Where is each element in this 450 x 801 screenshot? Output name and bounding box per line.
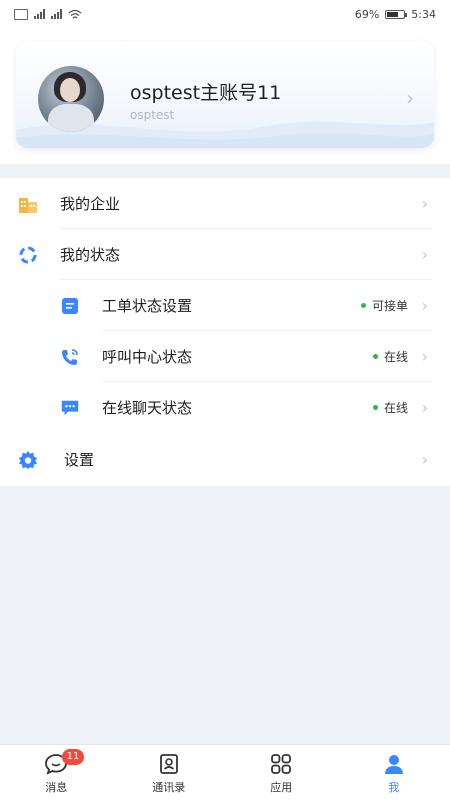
chat-bubble-icon [60, 398, 80, 418]
clock: 5:34 [411, 8, 436, 21]
menu-item-settings[interactable]: 设置 › [0, 434, 450, 485]
menu-item-call-center-status[interactable]: 呼叫中心状态 在线 › [0, 331, 450, 382]
chevron-right-icon: › [422, 194, 428, 213]
menu-item-label: 设置 [64, 449, 94, 470]
sim-icon [14, 9, 28, 20]
apps-grid-icon [269, 752, 293, 776]
profile-username: osptest [130, 108, 174, 122]
status-value: 可接单 [361, 297, 408, 314]
menu-item-ticket-status[interactable]: 工单状态设置 可接单 › [0, 280, 450, 331]
status-text: 可接单 [372, 297, 408, 314]
tab-apps[interactable]: 应用 [225, 745, 338, 801]
unread-badge: 11 [62, 749, 84, 765]
tab-label: 我 [388, 779, 399, 795]
chevron-right-icon: › [422, 347, 428, 366]
avatar-face-shape [60, 78, 80, 102]
status-dot [373, 405, 378, 410]
status-bar: 69% 5:34 [0, 0, 450, 28]
ticket-document-icon [60, 296, 80, 316]
tab-label: 应用 [270, 779, 292, 795]
tab-me[interactable]: 我 [338, 745, 450, 801]
avatar-body-shape [48, 104, 94, 132]
status-value: 在线 [373, 348, 408, 365]
status-text: 在线 [384, 399, 408, 416]
status-dot [373, 354, 378, 359]
tab-messages[interactable]: 11 消息 [0, 745, 113, 801]
menu-item-label: 我的状态 [60, 244, 120, 265]
status-dot [361, 303, 366, 308]
menu-item-my-status[interactable]: 我的状态 › [0, 229, 450, 280]
chevron-right-icon: › [406, 86, 414, 110]
battery-fill [387, 12, 398, 17]
menu-item-label: 在线聊天状态 [102, 397, 192, 418]
person-icon [382, 752, 406, 776]
building-icon [18, 194, 38, 214]
signal-icon-2 [51, 9, 62, 19]
wifi-icon [68, 9, 82, 20]
battery-percent: 69% [355, 8, 379, 21]
profile-header: osptest主账号11 osptest › [0, 28, 450, 164]
status-bar-left [14, 9, 82, 20]
chevron-right-icon: › [422, 296, 428, 315]
profile-name: osptest主账号11 [130, 78, 281, 105]
bottom-tab-bar: 11 消息 通讯录 应用 我 [0, 744, 450, 801]
chevron-right-icon: › [422, 398, 428, 417]
gear-icon [18, 450, 38, 470]
signal-icon [34, 9, 45, 19]
settings-menu: 我的企业 › 我的状态 › 工单状态设置 可接单 › [0, 178, 450, 486]
menu-item-online-chat-status[interactable]: 在线聊天状态 在线 › [0, 382, 450, 433]
menu-item-label: 工单状态设置 [102, 295, 192, 316]
chevron-right-icon: › [422, 450, 428, 469]
menu-item-label: 呼叫中心状态 [102, 346, 192, 367]
status-value: 在线 [373, 399, 408, 416]
status-bar-right: 69% 5:34 [355, 8, 436, 21]
status-text: 在线 [384, 348, 408, 365]
avatar[interactable] [38, 66, 104, 132]
tab-contacts[interactable]: 通讯录 [113, 745, 226, 801]
battery-icon [385, 10, 405, 19]
profile-card[interactable]: osptest主账号11 osptest › [16, 42, 434, 148]
contacts-icon [157, 752, 181, 776]
tab-label: 消息 [45, 779, 67, 795]
menu-item-my-enterprise[interactable]: 我的企业 › [0, 178, 450, 229]
status-ring-icon [18, 245, 38, 265]
chevron-right-icon: › [422, 245, 428, 264]
menu-item-label: 我的企业 [60, 193, 120, 214]
tab-label: 通讯录 [152, 779, 185, 795]
phone-icon [60, 347, 80, 367]
